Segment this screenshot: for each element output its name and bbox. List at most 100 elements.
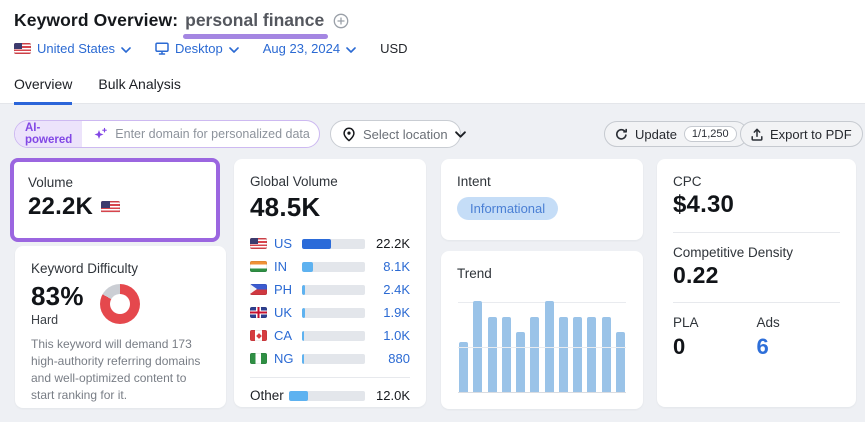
philippines-flag-icon — [250, 284, 267, 295]
volume-bar-fill — [302, 354, 304, 364]
trend-bar — [459, 342, 468, 392]
us-flag-icon — [101, 201, 120, 213]
device-selector[interactable]: Desktop — [155, 41, 239, 56]
pla-value: 0 — [673, 334, 757, 360]
filters-row: United States Desktop Aug 23, 2024 USD — [14, 41, 408, 56]
trend-bar — [473, 301, 482, 392]
country-link-us[interactable]: US — [274, 236, 298, 251]
volume-bar-fill — [302, 262, 313, 272]
volume-card-highlight: Volume 22.2K — [10, 158, 220, 242]
country-link-ca[interactable]: CA — [274, 328, 298, 343]
trend-bar — [502, 317, 511, 392]
volume-label: Volume — [28, 175, 202, 190]
country-link-in[interactable]: IN — [274, 259, 298, 274]
update-button[interactable]: Update 1/1,250 — [604, 121, 748, 147]
trend-bar — [587, 317, 596, 392]
country-link-ph[interactable]: PH — [274, 282, 298, 297]
country-volume-value: 22.2K — [374, 236, 410, 251]
country-row-ca: CA 1.0K — [250, 324, 410, 347]
us-flag-icon — [14, 43, 31, 54]
tab-overview[interactable]: Overview — [14, 76, 72, 105]
volume-bar-track — [302, 308, 365, 318]
country-volume-value: 880 — [374, 351, 410, 366]
chevron-down-icon — [229, 47, 239, 53]
trend-bar — [488, 317, 497, 392]
location-select-label: Select location — [363, 127, 448, 142]
difficulty-severity-label: Hard — [31, 313, 84, 327]
volume-bar-fill — [302, 239, 331, 249]
currency-label: USD — [380, 41, 407, 56]
volume-bar-fill — [302, 331, 304, 341]
competitive-density-label: Competitive Density — [673, 245, 840, 260]
competitive-density-value: 0.22 — [673, 262, 840, 289]
domain-input-placeholder: Enter domain for personalized data — [115, 127, 310, 141]
keyword-overview-page: Keyword Overview: personal finance Unite… — [0, 0, 865, 422]
ai-domain-input-group: AI-powered Enter domain for personalized… — [14, 120, 320, 148]
country-link-ng[interactable]: NG — [274, 351, 298, 366]
device-selector-label: Desktop — [175, 41, 223, 56]
domain-input[interactable]: Enter domain for personalized data — [82, 121, 320, 147]
canada-flag-icon — [250, 330, 267, 341]
global-volume-card: Global Volume 48.5K US 22.2K IN 8.1K PH … — [234, 159, 426, 407]
volume-bar-track — [302, 262, 365, 272]
country-volume-value: 8.1K — [374, 259, 410, 274]
intent-badge-informational[interactable]: Informational — [457, 197, 558, 220]
country-row-ph: PH 2.4K — [250, 278, 410, 301]
us-flag-icon — [250, 238, 267, 249]
country-row-in: IN 8.1K — [250, 255, 410, 278]
divider — [673, 302, 840, 303]
trend-bar — [559, 317, 568, 392]
divider — [250, 377, 410, 378]
export-to-pdf-button[interactable]: Export to PDF — [740, 121, 863, 147]
country-row-us: US 22.2K — [250, 232, 410, 255]
trend-bar — [545, 301, 554, 392]
cpc-card: CPC $4.30 Competitive Density 0.22 PLA 0… — [657, 159, 856, 407]
intent-card: Intent Informational — [441, 159, 643, 240]
india-flag-icon — [250, 261, 267, 272]
country-volume-value: 2.4K — [374, 282, 410, 297]
date-selector-label: Aug 23, 2024 — [263, 41, 340, 56]
volume-bar-track — [289, 391, 365, 401]
other-label: Other — [250, 388, 285, 403]
location-pin-icon — [342, 127, 356, 142]
trend-card: Trend — [441, 251, 643, 409]
uk-flag-icon — [250, 307, 267, 318]
keyword-difficulty-value: 83% — [31, 282, 84, 311]
trend-bar — [530, 317, 539, 392]
volume-bar-fill — [302, 285, 305, 295]
volume-bar-track — [302, 239, 365, 249]
trend-chart — [458, 302, 626, 393]
sparkle-icon — [93, 127, 108, 142]
country-row-ng: NG 880 — [250, 347, 410, 370]
volume-bar-fill — [302, 308, 305, 318]
volume-bar-track — [302, 285, 365, 295]
nigeria-flag-icon — [250, 353, 267, 364]
country-link-uk[interactable]: UK — [274, 305, 298, 320]
country-selector[interactable]: United States — [14, 41, 131, 56]
country-row-other: Other 12.0K — [250, 384, 410, 407]
country-selector-label: United States — [37, 41, 115, 56]
pla-ads-row: PLA 0 Ads 6 — [673, 315, 840, 360]
tab-bulk-analysis[interactable]: Bulk Analysis — [98, 76, 180, 105]
ai-powered-badge: AI-powered — [15, 121, 82, 147]
ads-value[interactable]: 6 — [757, 334, 841, 360]
chevron-down-icon — [346, 47, 356, 53]
title-row: Keyword Overview: personal finance — [14, 10, 349, 31]
global-volume-value: 48.5K — [250, 192, 410, 223]
refresh-icon — [615, 128, 628, 141]
update-quota-badge: 1/1,250 — [684, 126, 737, 142]
trend-bar — [616, 332, 625, 392]
desktop-icon — [155, 42, 169, 55]
global-volume-label: Global Volume — [250, 174, 410, 189]
chevron-down-icon — [121, 47, 131, 53]
country-row-uk: UK 1.9K — [250, 301, 410, 324]
volume-bar-track — [302, 331, 365, 341]
cpc-value: $4.30 — [673, 191, 840, 219]
date-selector[interactable]: Aug 23, 2024 — [263, 41, 356, 56]
difficulty-description: This keyword will demand 173 high-author… — [31, 336, 210, 404]
pla-label: PLA — [673, 315, 757, 330]
location-select[interactable]: Select location — [330, 120, 461, 148]
add-keyword-button[interactable] — [333, 13, 349, 29]
tab-bar: Overview Bulk Analysis — [14, 76, 181, 105]
volume-bar-fill — [289, 391, 308, 401]
